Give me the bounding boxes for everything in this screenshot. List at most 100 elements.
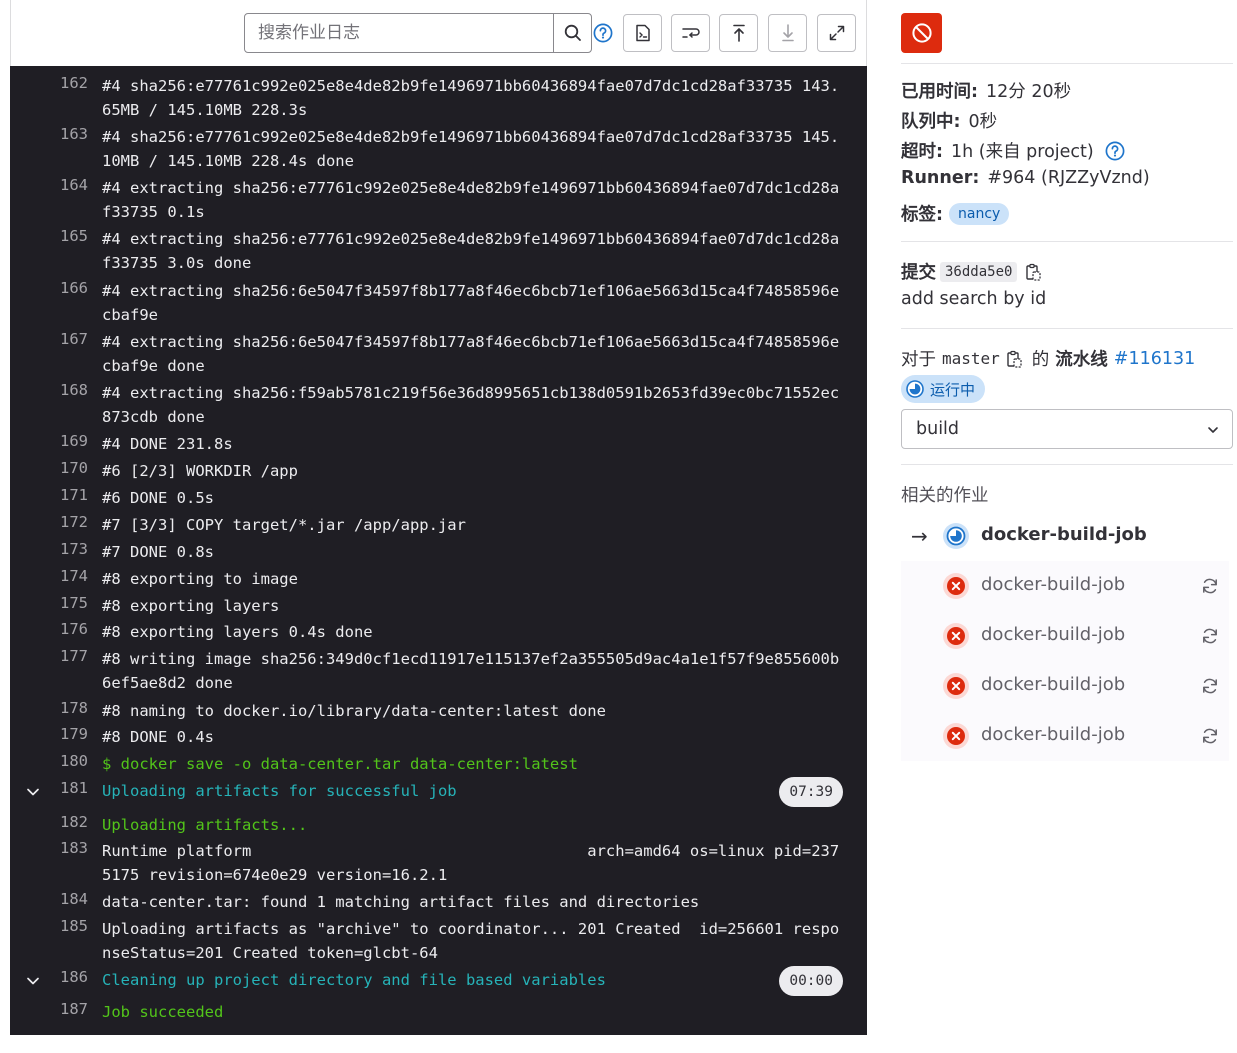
log-text: #4 extracting sha256:6e5047f34597f8b177a… — [102, 282, 840, 324]
branch-name[interactable]: master — [942, 349, 1000, 368]
wrap-icon — [681, 28, 700, 38]
search-button[interactable] — [553, 14, 591, 52]
section-duration-badge: 00:00 — [779, 966, 843, 996]
line-number[interactable]: 174 — [30, 567, 88, 585]
line-number[interactable]: 184 — [30, 890, 88, 908]
runner-label: Runner: — [901, 168, 980, 188]
queued-value: 0秒 — [968, 112, 998, 132]
line-number[interactable]: 168 — [30, 381, 88, 399]
line-number[interactable]: 167 — [30, 330, 88, 348]
copy-icon[interactable] — [1025, 263, 1042, 281]
pipeline-info: 对于 master 的 流水线 #116131 — [901, 346, 1195, 371]
section-duration-badge: 07:39 — [779, 777, 843, 807]
log-text: #8 exporting layers — [102, 597, 280, 615]
log-text: #4 sha256:e77761c992e025e8e4de82b9fe1496… — [102, 128, 840, 170]
related-job-item[interactable]: → docker-build-job — [901, 511, 1229, 561]
status-running-icon — [943, 523, 969, 549]
commit-sha[interactable]: 36dda5e0 — [940, 261, 1018, 282]
scroll-bottom-icon — [781, 24, 794, 42]
retry-icon[interactable] — [1201, 577, 1219, 595]
line-number[interactable]: 182 — [30, 813, 88, 831]
line-number[interactable]: 185 — [30, 917, 88, 935]
search-help-button[interactable] — [592, 22, 614, 44]
line-number[interactable]: 186 — [30, 968, 88, 986]
log-text: #8 naming to docker.io/library/data-cent… — [102, 702, 606, 720]
log-text: #6 [2/3] WORKDIR /app — [102, 462, 298, 480]
log-text: Uploading artifacts... — [102, 816, 308, 834]
queued-label: 队列中: — [901, 112, 961, 132]
line-number[interactable]: 163 — [30, 125, 88, 143]
pipeline-link[interactable]: #116131 — [1114, 349, 1195, 369]
line-number[interactable]: 171 — [30, 486, 88, 504]
line-number[interactable]: 176 — [30, 620, 88, 638]
line-number[interactable]: 177 — [30, 647, 88, 665]
job-log: 162 #4 sha256:e77761c992e025e8e4de82b9fe1… — [10, 66, 867, 1035]
retry-icon[interactable] — [1201, 677, 1219, 695]
runner: Runner: #964 (RJZZyVznd) — [901, 168, 1150, 188]
help-icon[interactable] — [1105, 141, 1125, 161]
pipeline-status-text: 运行中 — [930, 381, 976, 399]
scroll-bottom-button[interactable] — [768, 14, 807, 52]
pipeline-status-badge[interactable]: 运行中 — [901, 375, 986, 403]
line-number[interactable]: 181 — [30, 779, 88, 797]
log-text: #4 DONE 231.8s — [102, 435, 233, 453]
status-failed-icon — [943, 673, 969, 699]
log-text: #6 DONE 0.5s — [102, 489, 214, 507]
log-text: #8 exporting to image — [102, 570, 298, 588]
raw-log-button[interactable] — [623, 14, 662, 52]
line-number[interactable]: 170 — [30, 459, 88, 477]
related-job-name: docker-build-job — [981, 524, 1147, 545]
line-number[interactable]: 166 — [30, 279, 88, 297]
log-text: #4 extracting sha256:6e5047f34597f8b177a… — [102, 333, 840, 375]
related-job-item[interactable]: docker-build-job — [901, 611, 1229, 661]
line-number[interactable]: 187 — [30, 1000, 88, 1018]
line-number[interactable]: 172 — [30, 513, 88, 531]
divider — [901, 464, 1233, 465]
line-number[interactable]: 178 — [30, 699, 88, 717]
line-number[interactable]: 175 — [30, 594, 88, 612]
line-number[interactable]: 179 — [30, 725, 88, 743]
commit-message[interactable]: add search by id — [901, 289, 1046, 309]
chevron-down-icon — [1208, 427, 1218, 433]
log-text: #4 extracting sha256:f59ab5781c219f56e36… — [102, 384, 840, 426]
status-running-icon — [906, 380, 924, 398]
related-job-item[interactable]: docker-build-job — [901, 561, 1229, 611]
tag-badge: nancy — [949, 202, 1010, 225]
line-number[interactable]: 164 — [30, 176, 88, 194]
stage-value: build — [916, 419, 960, 439]
log-search-input[interactable] — [245, 14, 553, 52]
line-number[interactable]: 162 — [30, 74, 88, 92]
log-text: #4 extracting sha256:e77761c992e025e8e4d… — [102, 179, 840, 221]
log-toolbar — [10, 0, 867, 66]
line-number[interactable]: 180 — [30, 752, 88, 770]
runner-value: #964 (RJZZyVznd) — [987, 168, 1150, 188]
line-number[interactable]: 173 — [30, 540, 88, 558]
retry-icon[interactable] — [1201, 727, 1219, 745]
scroll-top-icon — [732, 24, 745, 42]
log-text: #4 sha256:e77761c992e025e8e4de82b9fe1496… — [102, 77, 840, 119]
line-number[interactable]: 165 — [30, 227, 88, 245]
wrap-lines-button[interactable] — [671, 14, 710, 52]
related-jobs-title: 相关的作业 — [901, 486, 989, 506]
log-text: #7 [3/3] COPY target/*.jar /app/app.jar — [102, 516, 466, 534]
log-text: #8 exporting layers 0.4s done — [102, 623, 373, 641]
related-job-item[interactable]: docker-build-job — [901, 661, 1229, 711]
scroll-top-button[interactable] — [719, 14, 758, 52]
cancel-job-button[interactable] — [901, 13, 942, 53]
line-number[interactable]: 169 — [30, 432, 88, 450]
pipeline-label: 流水线 — [1055, 350, 1108, 370]
retry-icon[interactable] — [1201, 627, 1219, 645]
log-text: Uploading artifacts for successful job — [102, 782, 457, 800]
log-text: Job succeeded — [102, 1003, 224, 1021]
copy-icon[interactable] — [1006, 350, 1022, 368]
related-job-name: docker-build-job — [981, 674, 1126, 695]
related-job-item[interactable]: docker-build-job — [901, 711, 1229, 761]
stage-select[interactable]: build — [901, 409, 1233, 449]
log-text: data-center.tar: found 1 matching artifa… — [102, 893, 700, 911]
search-icon — [564, 24, 581, 41]
status-failed-icon — [943, 623, 969, 649]
line-number[interactable]: 183 — [30, 839, 88, 857]
log-text: Uploading artifacts as "archive" to coor… — [102, 920, 840, 962]
log-text: #8 DONE 0.4s — [102, 728, 214, 746]
fullscreen-button[interactable] — [817, 14, 856, 52]
